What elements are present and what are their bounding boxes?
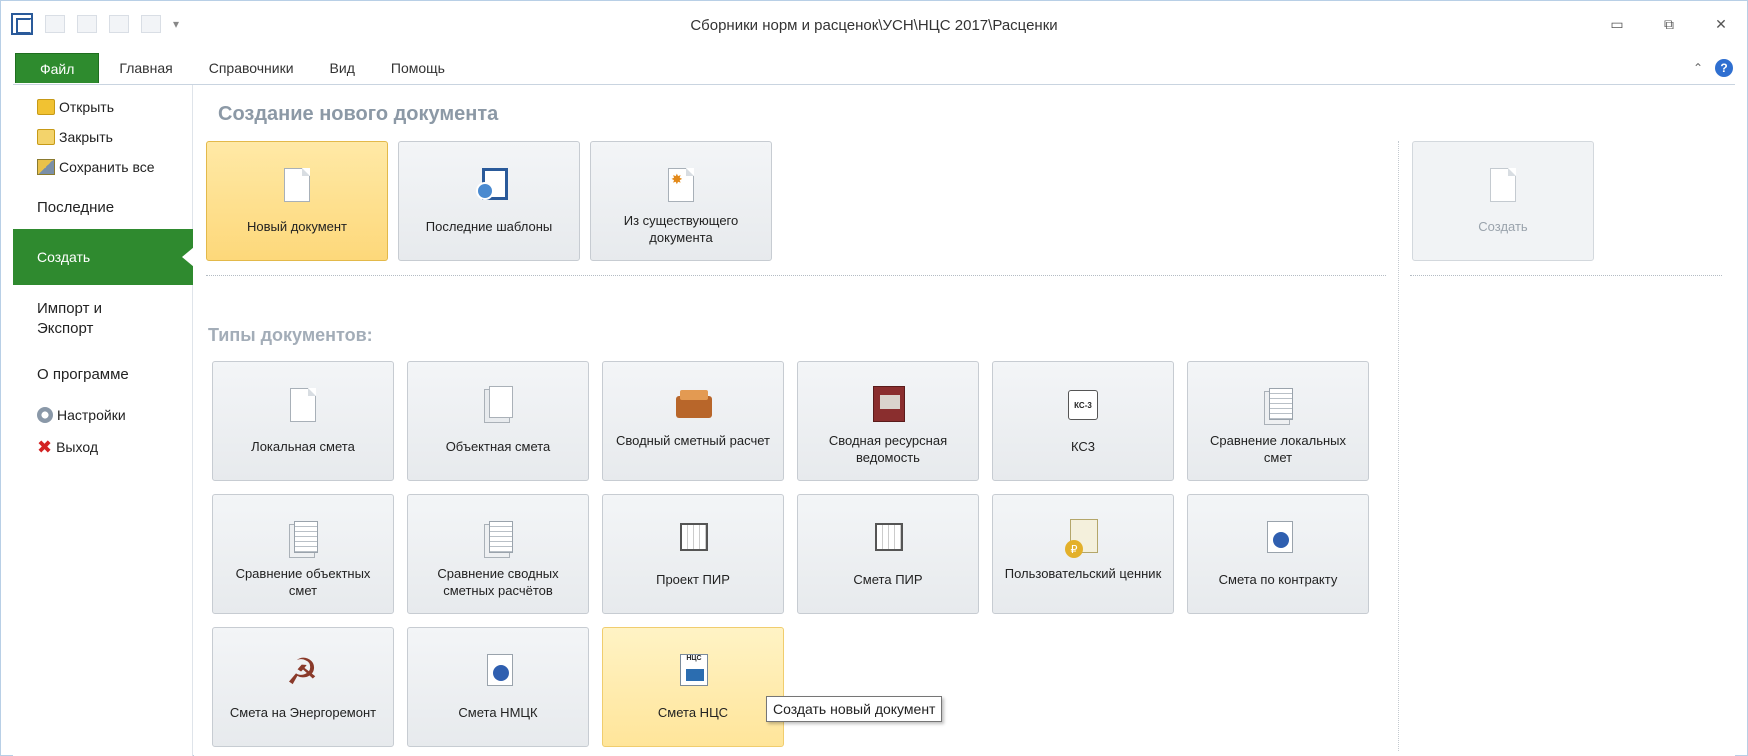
template-icon <box>476 168 508 200</box>
gear-icon <box>37 407 53 423</box>
open-label: Открыть <box>59 99 114 115</box>
window-title: Сборники норм и расценок\УСН\НЦС 2017\Ра… <box>690 17 1058 34</box>
close-command[interactable]: Закрыть <box>37 129 113 145</box>
blank-document-icon <box>284 168 310 202</box>
nav-import-export[interactable]: Импорт и Экспорт <box>37 299 157 339</box>
vertical-separator <box>1398 141 1399 751</box>
tile-ncs-estimate[interactable]: НЦС Смета НЦС <box>602 627 784 747</box>
create-document-icon <box>1490 168 1516 202</box>
close-icon[interactable]: ✕ <box>1695 9 1747 39</box>
tile-pir-project[interactable]: Проект ПИР <box>602 494 784 614</box>
tile-contract-estimate[interactable]: Смета по контракту <box>1187 494 1369 614</box>
compare-documents-icon <box>1269 388 1293 420</box>
tab-file[interactable]: Файл <box>15 53 100 83</box>
tile-summary-estimate[interactable]: Сводный сметный расчет <box>602 361 784 481</box>
close-folder-icon <box>37 129 55 145</box>
title-bar: ▾ Сборники норм и расценок\УСН\НЦС 2017\… <box>1 1 1747 51</box>
tile-new-document[interactable]: Новый документ <box>206 141 388 261</box>
exit-icon: ✖ <box>37 437 53 457</box>
box-icon <box>676 390 712 418</box>
ribbon-right-controls: ⌃ ? <box>1693 59 1733 77</box>
nav-create[interactable]: Создать <box>13 229 194 285</box>
separator-right <box>1410 275 1722 276</box>
tab-help[interactable]: Помощь <box>373 51 463 84</box>
create-panel: Создание нового документа Новый документ… <box>194 85 1735 756</box>
tile-resource-statement[interactable]: Сводная ресурсная ведомость <box>797 361 979 481</box>
app-window: ▾ Сборники норм и расценок\УСН\НЦС 2017\… <box>0 0 1748 756</box>
tile-compare-local[interactable]: Сравнение локальных смет <box>1187 361 1369 481</box>
ks3-icon: КС-3 <box>1068 390 1098 420</box>
ncs-document-icon: НЦС <box>680 654 708 686</box>
tile-compare-summary[interactable]: Сравнение сводных сметных расчётов <box>407 494 589 614</box>
blank-document-icon <box>290 388 316 422</box>
existing-document-icon <box>668 168 694 202</box>
separator <box>206 275 1386 276</box>
tile-object-estimate[interactable]: Объектная смета <box>407 361 589 481</box>
create-section-title: Создание нового документа <box>218 103 499 125</box>
tile-recent-templates[interactable]: Последние шаблоны <box>398 141 580 261</box>
tile-energy-repair[interactable]: ☭ Смета на Энергоремонт <box>212 627 394 747</box>
emblem-document-icon <box>1267 521 1293 553</box>
folder-icon <box>37 99 55 115</box>
save-all-command[interactable]: Сохранить все <box>37 159 155 175</box>
tile-local-estimate[interactable]: Локальная смета <box>212 361 394 481</box>
backstage-view: Открыть Закрыть Сохранить все Последние … <box>13 84 1735 756</box>
nav-recent[interactable]: Последние <box>37 198 114 218</box>
nav-about[interactable]: О программе <box>37 365 129 385</box>
ledger-icon <box>873 386 905 422</box>
minimize-icon[interactable]: ▭ <box>1591 9 1643 39</box>
tile-pir-estimate[interactable]: Смета ПИР <box>797 494 979 614</box>
settings-command[interactable]: Настройки <box>37 407 126 423</box>
nav-create-label: Создать <box>37 249 91 265</box>
collapse-ribbon-icon[interactable]: ⌃ <box>1693 61 1703 75</box>
document-stack-icon <box>489 386 513 418</box>
document-types-title: Типы документов: <box>208 325 373 345</box>
tooltip: Создать новый документ <box>766 696 943 722</box>
backstage-nav: Открыть Закрыть Сохранить все Последние … <box>13 85 194 756</box>
blueprint-icon <box>875 523 903 551</box>
window-controls: ▭ ⧉ ✕ <box>1591 9 1747 39</box>
tab-references[interactable]: Справочники <box>191 51 312 84</box>
create-button[interactable]: Создать <box>1412 141 1594 261</box>
tab-home[interactable]: Главная <box>101 51 190 84</box>
compare-documents-icon <box>489 521 513 553</box>
exit-command[interactable]: ✖ Выход <box>37 437 98 457</box>
save-all-icon <box>37 159 55 175</box>
open-command[interactable]: Открыть <box>37 99 114 115</box>
exit-label: Выход <box>56 439 98 455</box>
blueprint-icon <box>680 523 708 551</box>
tile-custom-price-list[interactable]: Пользовательский ценник <box>992 494 1174 614</box>
ribbon-tabs: Файл Главная Справочники Вид Помощь <box>1 51 1747 84</box>
tile-nmck-estimate[interactable]: Смета НМЦК <box>407 627 589 747</box>
save-all-label: Сохранить все <box>59 159 155 175</box>
emblem-document-icon <box>487 654 513 686</box>
tile-from-existing[interactable]: Из существующего документа <box>590 141 772 261</box>
tile-compare-object[interactable]: Сравнение объектных смет <box>212 494 394 614</box>
compare-documents-icon <box>294 521 318 553</box>
price-list-icon <box>1065 519 1098 558</box>
restore-icon[interactable]: ⧉ <box>1643 9 1695 39</box>
tile-ks3[interactable]: КС-3 КС3 <box>992 361 1174 481</box>
tab-view[interactable]: Вид <box>312 51 373 84</box>
settings-label: Настройки <box>57 407 126 423</box>
help-icon[interactable]: ? <box>1715 59 1733 77</box>
hammer-sickle-icon: ☭ <box>286 651 319 692</box>
close-label: Закрыть <box>59 129 113 145</box>
